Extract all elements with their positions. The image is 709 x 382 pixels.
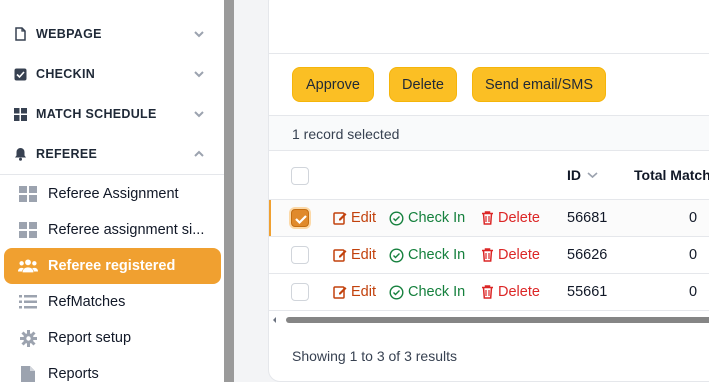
records-card: Approve Delete Send email/SMS 1 record s…: [268, 0, 709, 382]
header-separator: [269, 53, 709, 54]
sidebar-section-label: MATCH SCHEDULE: [36, 107, 157, 121]
check-circle-icon: [389, 247, 404, 263]
sidebar-section-label: WEBPAGE: [36, 27, 102, 41]
sidebar-section-match-schedule[interactable]: MATCH SCHEDULE: [0, 94, 224, 134]
edit-label: Edit: [351, 284, 376, 300]
edit-icon: [333, 249, 347, 262]
edit-icon: [333, 286, 347, 299]
sidebar-item-refmatches[interactable]: RefMatches: [4, 284, 221, 320]
cell-id: 56681: [567, 210, 608, 226]
chevron-down-icon: [192, 67, 206, 81]
sidebar-item-label: Referee Assignment: [48, 186, 179, 202]
horizontal-scrollbar[interactable]: [269, 313, 709, 325]
selection-bar: 1 record selected: [269, 115, 709, 151]
row-checkbox[interactable]: [291, 209, 309, 227]
scrollbar-thumb: [286, 317, 709, 323]
column-total-header[interactable]: Total Match: [634, 167, 709, 183]
selection-count: 1 record selected: [292, 126, 400, 142]
sort-chevron-icon: [587, 172, 598, 179]
table-header: ID Total Match: [269, 151, 709, 200]
delete-label: Delete: [498, 247, 540, 263]
sidebar-section-referee[interactable]: REFEREE: [0, 134, 224, 174]
edit-icon: [333, 212, 347, 225]
select-all-checkbox[interactable]: [291, 167, 309, 185]
delete-label: Delete: [498, 210, 540, 226]
check-in-label: Check In: [408, 210, 466, 226]
edit-action[interactable]: Edit: [333, 210, 376, 226]
checkbox-icon: [13, 67, 27, 81]
grid-icon: [18, 184, 38, 204]
check-in-label: Check In: [408, 284, 466, 300]
cell-total: 0: [689, 247, 698, 263]
delete-action[interactable]: Delete: [481, 247, 540, 263]
sidebar-item-label: Referee assignment si...: [48, 222, 205, 238]
cell-id: 56626: [567, 247, 608, 263]
sidebar: WEBPAGE CHECKIN MATCH SCHEDULE REFEREE R…: [0, 0, 224, 382]
check-circle-icon: [389, 284, 404, 300]
table-row: Edit Check In Delete 55661 0: [269, 274, 709, 311]
cell-total: 0: [689, 284, 698, 300]
sidebar-item-label: Reports: [48, 366, 99, 382]
pagination-summary: Showing 1 to 3 of 3 results: [292, 348, 457, 364]
file-icon: [18, 364, 38, 382]
sidebar-item-referee-assignment[interactable]: Referee Assignment: [4, 176, 221, 212]
grid-icon: [13, 107, 27, 121]
chevron-down-icon: [192, 27, 206, 41]
cell-id: 55661: [567, 284, 608, 300]
sidebar-item-label: RefMatches: [48, 294, 126, 310]
bell-icon: [13, 147, 27, 161]
table-row: Edit Check In Delete 56626 0: [269, 237, 709, 274]
approve-button[interactable]: Approve: [292, 67, 374, 102]
delete-label: Delete: [498, 284, 540, 300]
edit-action[interactable]: Edit: [333, 247, 376, 263]
check-icon: [295, 215, 307, 225]
sidebar-section-label: REFEREE: [36, 147, 98, 161]
app-root: WEBPAGE CHECKIN MATCH SCHEDULE REFEREE R…: [0, 0, 709, 382]
column-id-header[interactable]: ID: [567, 167, 598, 183]
row-checkbox[interactable]: [291, 246, 309, 264]
cell-total: 0: [689, 210, 698, 226]
list-icon: [18, 292, 38, 312]
column-id-label: ID: [567, 167, 581, 183]
send-email-sms-button[interactable]: Send email/SMS: [472, 67, 606, 102]
table-row: Edit Check In Delete 56681 0: [269, 200, 709, 237]
sidebar-item-label: Referee registered: [48, 258, 176, 274]
check-in-action[interactable]: Check In: [389, 210, 465, 226]
sidebar-section-webpage[interactable]: WEBPAGE: [0, 14, 224, 54]
scroll-left-arrow-icon: [273, 317, 276, 323]
check-in-action[interactable]: Check In: [389, 247, 465, 263]
grid-icon: [18, 220, 38, 240]
trash-icon: [482, 211, 493, 225]
chevron-up-icon: [192, 147, 206, 161]
check-in-label: Check In: [408, 247, 466, 263]
sidebar-item-reports[interactable]: Reports: [4, 356, 221, 382]
delete-action[interactable]: Delete: [481, 284, 540, 300]
sidebar-item-referee-assignment-si[interactable]: Referee assignment si...: [4, 212, 221, 248]
sidebar-scrollbar[interactable]: [224, 0, 234, 382]
gear-icon: [18, 328, 38, 348]
check-in-action[interactable]: Check In: [389, 284, 465, 300]
sidebar-item-referee-registered[interactable]: Referee registered: [4, 248, 221, 284]
sidebar-section-checkin[interactable]: CHECKIN: [0, 54, 224, 94]
chevron-down-icon: [192, 107, 206, 121]
users-icon: [18, 256, 38, 276]
sidebar-item-report-setup[interactable]: Report setup: [4, 320, 221, 356]
sidebar-item-label: Report setup: [48, 330, 132, 346]
trash-icon: [482, 285, 493, 299]
delete-button[interactable]: Delete: [389, 67, 457, 102]
check-circle-icon: [389, 210, 404, 226]
trash-icon: [482, 248, 493, 262]
sidebar-section-label: CHECKIN: [36, 67, 96, 81]
edit-label: Edit: [351, 210, 376, 226]
edit-action[interactable]: Edit: [333, 284, 376, 300]
sidebar-divider: [0, 174, 224, 175]
document-icon: [13, 27, 27, 41]
row-checkbox[interactable]: [291, 283, 309, 301]
edit-label: Edit: [351, 247, 376, 263]
delete-action[interactable]: Delete: [481, 210, 540, 226]
